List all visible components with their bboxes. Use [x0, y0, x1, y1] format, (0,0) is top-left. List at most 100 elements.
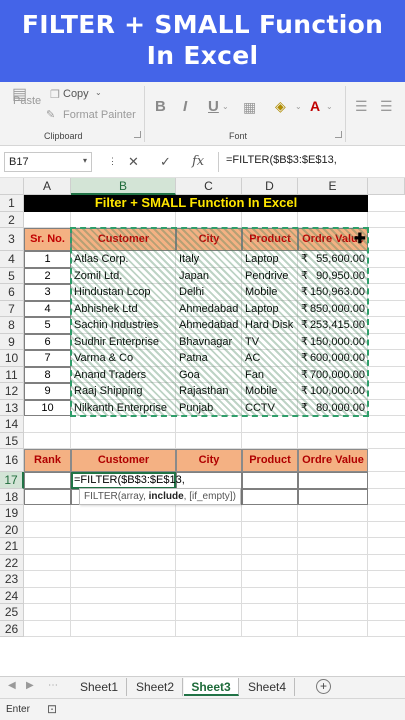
formula-bar-more-icon[interactable]: ⋮	[108, 156, 117, 167]
result-header-cell[interactable]: City	[176, 449, 242, 472]
banner-line2: In Excel	[146, 41, 259, 70]
row-header-17[interactable]: 17	[0, 472, 24, 489]
formula-input[interactable]: =FILTER($B$3:$E$13,	[226, 154, 337, 166]
row-header-15[interactable]: 15	[0, 432, 24, 449]
row-header-16[interactable]: 16	[0, 449, 24, 472]
tab-sheet2[interactable]: Sheet2	[128, 678, 183, 696]
tab-sheet4[interactable]: Sheet4	[240, 678, 295, 696]
sheet-overflow-icon[interactable]: ⋯	[48, 680, 58, 691]
row-header-2[interactable]: 2	[0, 211, 24, 228]
format-painter-icon[interactable]: ✎	[46, 108, 55, 121]
result-header-cell[interactable]: Product	[242, 449, 298, 472]
row-header-21[interactable]: 21	[0, 538, 24, 555]
result-header-cell[interactable]: Ordre Value	[298, 449, 368, 472]
sr-no-cell[interactable]: 4	[24, 301, 71, 318]
table-title[interactable]: Filter + SMALL Function In Excel	[24, 195, 368, 212]
copy-dropdown-icon[interactable]: ⌄	[95, 88, 102, 97]
sr-no-cell[interactable]: 9	[24, 383, 71, 400]
italic-button[interactable]: I	[183, 98, 187, 115]
row-header-25[interactable]: 25	[0, 604, 24, 621]
gridline	[24, 537, 405, 538]
row-header-11[interactable]: 11	[0, 366, 24, 383]
borders-icon[interactable]: ▦	[243, 99, 256, 116]
copy-button[interactable]: Copy	[63, 88, 89, 100]
row-header-24[interactable]: 24	[0, 587, 24, 604]
tab-sheet3[interactable]: Sheet3	[184, 678, 239, 696]
result-cell[interactable]	[242, 488, 298, 505]
row-header-20[interactable]: 20	[0, 521, 24, 538]
result-cell[interactable]	[298, 472, 368, 489]
column-header-e[interactable]: E	[298, 178, 368, 195]
row-header-14[interactable]: 14	[0, 416, 24, 433]
column-header-a[interactable]: A	[24, 178, 71, 195]
sr-no-cell[interactable]: 3	[24, 284, 71, 301]
font-group-label: Font	[229, 131, 248, 141]
copy-marquee	[70, 227, 369, 417]
sr-no-cell[interactable]: 7	[24, 350, 71, 367]
font-color-dropdown-icon[interactable]: ⌄	[326, 102, 333, 111]
insert-function-icon[interactable]: fx	[192, 154, 204, 169]
status-bar: Enter ⊡	[0, 698, 405, 720]
column-header-b[interactable]: B	[71, 178, 176, 195]
gridline	[24, 586, 405, 588]
enter-icon[interactable]: ✓	[160, 154, 171, 170]
column-header-d[interactable]: D	[242, 178, 298, 195]
tab-sheet1[interactable]: Sheet1	[72, 678, 127, 696]
clipboard-launcher-icon[interactable]	[134, 131, 141, 138]
row-header-7[interactable]: 7	[0, 300, 24, 317]
function-tooltip[interactable]: FILTER(array, include, [if_empty])	[79, 487, 241, 505]
result-cell[interactable]	[24, 488, 71, 505]
column-header-f[interactable]	[368, 178, 405, 195]
row-header-4[interactable]: 4	[0, 251, 24, 268]
font-launcher-icon[interactable]	[335, 131, 342, 138]
row-header-9[interactable]: 9	[0, 333, 24, 350]
worksheet-grid[interactable]: A B C D E 1 2 3 4 5 6 7 8 9 10 11 12 13 14 15 16 17 18 19 20 21 22…	[0, 178, 405, 676]
sr-no-cell[interactable]: 5	[24, 317, 71, 334]
tooltip-function-name[interactable]: FILTER(array,	[84, 491, 149, 502]
row-header-13[interactable]: 13	[0, 399, 24, 416]
next-sheet-icon[interactable]: ▶	[26, 680, 34, 691]
row-header-8[interactable]: 8	[0, 317, 24, 334]
format-painter-button[interactable]: Format Painter	[63, 109, 136, 121]
macro-record-icon[interactable]: ⊡	[47, 702, 57, 716]
fill-color-icon[interactable]: ◈	[275, 98, 286, 115]
name-box-dropdown-icon[interactable]: ▾	[83, 156, 87, 165]
table-header-cell[interactable]: Sr. No.	[24, 228, 71, 251]
name-box[interactable]: B17 ▾	[4, 152, 92, 172]
row-header-5[interactable]: 5	[0, 267, 24, 284]
row-header-1[interactable]: 1	[0, 195, 24, 212]
copy-icon[interactable]: ❐	[50, 88, 60, 101]
sr-no-cell[interactable]: 2	[24, 268, 71, 285]
font-color-icon[interactable]: A	[310, 98, 320, 114]
result-header-cell[interactable]: Rank	[24, 449, 71, 472]
sr-no-cell[interactable]: 8	[24, 367, 71, 384]
row-header-12[interactable]: 12	[0, 383, 24, 400]
add-sheet-icon[interactable]: +	[316, 679, 331, 694]
active-cell-formula[interactable]: =FILTER($B$3:$E$13,	[71, 472, 298, 489]
align-center-icon[interactable]: ☰	[380, 98, 393, 115]
result-header-cell[interactable]: Customer	[71, 449, 176, 472]
row-header-26[interactable]: 26	[0, 620, 24, 637]
row-header-23[interactable]: 23	[0, 571, 24, 588]
result-cell[interactable]	[298, 488, 368, 505]
row-header-6[interactable]: 6	[0, 284, 24, 301]
row-header-19[interactable]: 19	[0, 505, 24, 522]
cancel-icon[interactable]: ✕	[128, 154, 139, 170]
bold-button[interactable]: B	[155, 98, 166, 115]
paste-button[interactable]: Paste	[13, 95, 41, 107]
row-header-22[interactable]: 22	[0, 554, 24, 571]
sr-no-cell[interactable]: 1	[24, 251, 71, 268]
prev-sheet-icon[interactable]: ◀	[8, 680, 16, 691]
sr-no-cell[interactable]: 6	[24, 334, 71, 351]
underline-button[interactable]: U	[208, 98, 219, 115]
align-left-icon[interactable]: ☰	[355, 98, 368, 115]
row-header-10[interactable]: 10	[0, 350, 24, 367]
select-all-corner[interactable]	[0, 178, 24, 195]
column-header-c[interactable]: C	[176, 178, 242, 195]
row-header-18[interactable]: 18	[0, 488, 24, 505]
row-header-3[interactable]: 3	[0, 228, 24, 251]
result-cell[interactable]	[24, 472, 71, 489]
fill-color-dropdown-icon[interactable]: ⌄	[295, 102, 302, 111]
sr-no-cell[interactable]: 10	[24, 400, 71, 417]
underline-dropdown-icon[interactable]: ⌄	[222, 102, 229, 111]
